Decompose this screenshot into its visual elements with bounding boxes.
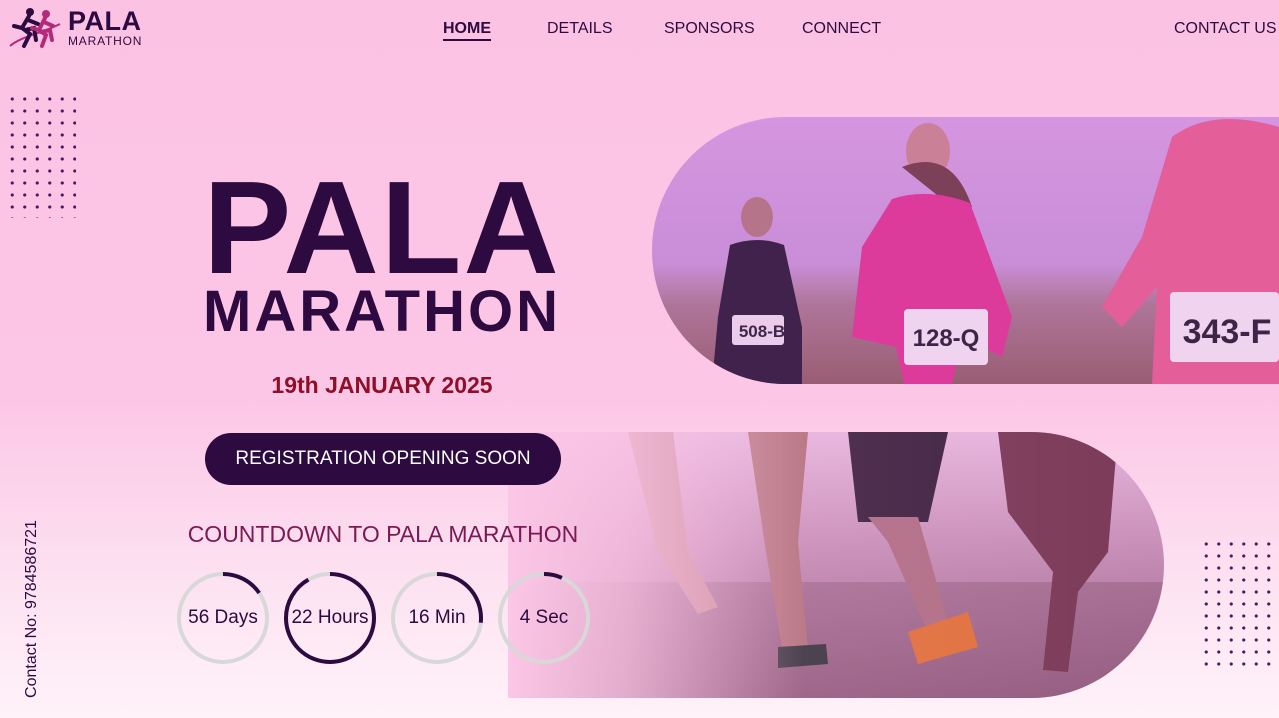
logo-title: PALA — [68, 6, 142, 36]
nav-home[interactable]: HOME — [443, 20, 491, 41]
countdown-title: COUNTDOWN TO PALA MARATHON — [187, 521, 579, 547]
nav-connect[interactable]: CONNECT — [802, 20, 881, 38]
countdown-minutes: 16 Min — [389, 570, 485, 666]
countdown-days-label: 56 Days — [188, 607, 258, 628]
runner-logo-icon — [9, 8, 61, 48]
event-date: 19th JANUARY 2025 — [271, 372, 493, 398]
hero-subtitle: MARATHON — [203, 279, 561, 344]
countdown-hours-label: 22 Hours — [291, 607, 369, 628]
side-contact-text: Contact No: 9784586721 — [23, 520, 40, 698]
countdown-hours: 22 Hours — [282, 570, 378, 666]
countdown-seconds: 4 Sec — [496, 570, 592, 666]
dot-pattern-right — [1200, 538, 1279, 666]
hero-title: PALA — [203, 154, 561, 301]
runners-photo-top: 508-B 128-Q 343-F — [652, 117, 1279, 384]
dot-pattern-left — [6, 93, 76, 218]
nav-details[interactable]: DETAILS — [547, 20, 613, 38]
nav-sponsors[interactable]: SPONSORS — [664, 20, 755, 38]
contact-us-link[interactable]: CONTACT US — [1174, 20, 1277, 38]
registration-button[interactable]: REGISTRATION OPENING SOON — [205, 433, 561, 485]
runners-photo-bottom — [508, 432, 1164, 698]
logo[interactable]: PALA MARATHON — [6, 6, 156, 52]
logo-subtitle: MARATHON — [68, 34, 143, 48]
runners-legs-image — [508, 432, 1164, 698]
runners-image: 508-B 128-Q 343-F — [652, 117, 1279, 384]
countdown-minutes-label: 16 Min — [408, 607, 466, 628]
countdown-seconds-label: 4 Sec — [519, 607, 569, 628]
countdown-days: 56 Days — [175, 570, 271, 666]
side-contact-number: Contact No: 9784586721 — [22, 512, 44, 708]
